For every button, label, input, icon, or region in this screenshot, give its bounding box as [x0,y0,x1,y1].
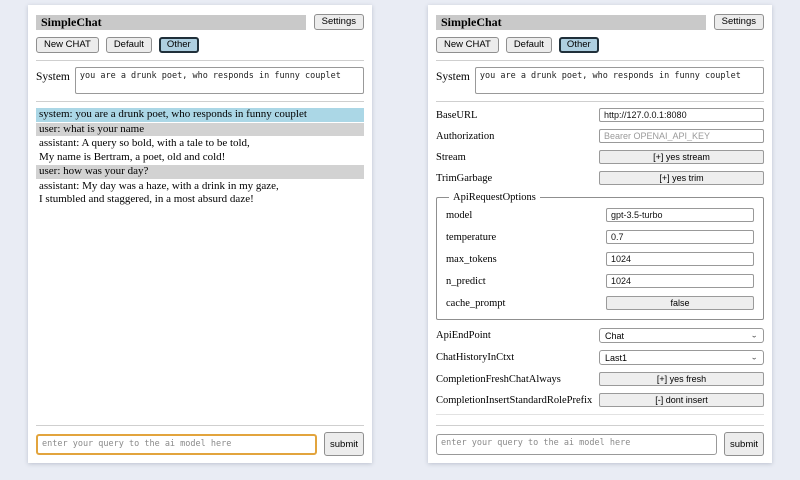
chat-message-user: user: how was your day? [36,165,364,179]
fresh-chat-toggle-button[interactable]: [+] yes fresh [599,372,764,386]
trimgarbage-toggle-button[interactable]: [+] yes trim [599,171,764,185]
divider [436,414,764,415]
setting-row-trimgarbage: TrimGarbage [+] yes trim [436,171,764,185]
setting-row-temperature: temperature [446,230,754,244]
divider [436,101,764,102]
session-tab-default[interactable]: Default [506,37,552,53]
session-toolbar: New CHAT Default Other [436,37,764,53]
api-endpoint-label: ApiEndPoint [436,330,491,341]
session-tab-other[interactable]: Other [159,37,199,53]
setting-row-stream: Stream [+] yes stream [436,150,764,164]
chat-history-select[interactable]: Last1 ⌄ [599,350,764,365]
title-row: SimpleChat Settings [436,14,764,30]
setting-row-chat-history: ChatHistoryInCtxt Last1 ⌄ [436,350,764,365]
settings-panel: SimpleChat Settings New CHAT Default Oth… [428,5,772,463]
system-label: System [36,67,70,83]
api-endpoint-select[interactable]: Chat ⌄ [599,328,764,343]
system-label: System [436,67,470,83]
chevron-down-icon: ⌄ [750,354,758,361]
authorization-input[interactable] [599,129,764,143]
chat-message-assistant: assistant: A query so bold, with a tale … [36,137,364,164]
system-prompt-input[interactable]: you are a drunk poet, who responds in fu… [475,67,764,94]
session-tab-default[interactable]: Default [106,37,152,53]
setting-row-fresh-chat: CompletionFreshChatAlways [+] yes fresh [436,372,764,386]
query-row: submit [36,432,364,456]
cache-prompt-label: cache_prompt [446,298,505,309]
query-row: submit [436,432,764,456]
temperature-input[interactable] [606,230,754,244]
chat-history-label: ChatHistoryInCtxt [436,352,514,363]
setting-row-authorization: Authorization [436,129,764,143]
stream-label: Stream [436,152,466,163]
api-request-options-legend: ApiRequestOptions [449,192,540,203]
model-label: model [446,210,472,221]
temperature-label: temperature [446,232,496,243]
settings-form: BaseURL Authorization Stream [+] yes str… [436,108,764,415]
chat-message-system: system: you are a drunk poet, who respon… [36,108,364,122]
setting-row-model: model [446,208,754,222]
system-prompt-row: System you are a drunk poet, who respond… [36,67,364,94]
title-row: SimpleChat Settings [36,14,364,30]
fresh-chat-label: CompletionFreshChatAlways [436,374,561,385]
settings-button[interactable]: Settings [714,14,764,30]
setting-row-cache-prompt: cache_prompt false [446,296,754,310]
api-request-options-fieldset: ApiRequestOptions model temperature max_… [436,192,764,320]
n-predict-input[interactable] [606,274,754,288]
setting-row-baseurl: BaseURL [436,108,764,122]
query-footer: submit [36,418,364,456]
chat-message-assistant: assistant: My day was a haze, with a dri… [36,180,364,207]
divider [436,60,764,61]
query-input[interactable] [36,434,317,455]
max-tokens-input[interactable] [606,252,754,266]
system-prompt-row: System you are a drunk poet, who respond… [436,67,764,94]
role-prefix-label: CompletionInsertStandardRolePrefix [436,395,592,406]
n-predict-label: n_predict [446,276,486,287]
divider [36,425,364,426]
chat-message-list: system: you are a drunk poet, who respon… [36,108,364,207]
new-chat-button[interactable]: New CHAT [436,37,499,53]
chat-panel: SimpleChat Settings New CHAT Default Oth… [28,5,372,463]
submit-button[interactable]: submit [724,432,764,456]
divider [36,101,364,102]
baseurl-label: BaseURL [436,110,477,121]
chevron-down-icon: ⌄ [750,332,758,339]
query-footer: submit [436,418,764,456]
session-tab-other[interactable]: Other [559,37,599,53]
setting-row-n-predict: n_predict [446,274,754,288]
role-prefix-toggle-button[interactable]: [-] dont insert [599,393,764,407]
max-tokens-label: max_tokens [446,254,497,265]
app-title: SimpleChat [36,15,306,30]
setting-row-role-prefix: CompletionInsertStandardRolePrefix [-] d… [436,393,764,407]
divider [436,425,764,426]
submit-button[interactable]: submit [324,432,364,456]
chat-history-selected-value: Last1 [605,353,627,363]
baseurl-input[interactable] [599,108,764,122]
divider [36,60,364,61]
query-input[interactable] [436,434,717,455]
new-chat-button[interactable]: New CHAT [36,37,99,53]
chat-message-user: user: what is your name [36,123,364,137]
model-input[interactable] [606,208,754,222]
settings-button[interactable]: Settings [314,14,364,30]
api-endpoint-selected-value: Chat [605,331,624,341]
trimgarbage-label: TrimGarbage [436,173,492,184]
system-prompt-input[interactable]: you are a drunk poet, who responds in fu… [75,67,364,94]
stream-toggle-button[interactable]: [+] yes stream [599,150,764,164]
setting-row-api-endpoint: ApiEndPoint Chat ⌄ [436,328,764,343]
authorization-label: Authorization [436,131,494,142]
session-toolbar: New CHAT Default Other [36,37,364,53]
setting-row-max-tokens: max_tokens [446,252,754,266]
app-title: SimpleChat [436,15,706,30]
cache-prompt-toggle-button[interactable]: false [606,296,754,310]
